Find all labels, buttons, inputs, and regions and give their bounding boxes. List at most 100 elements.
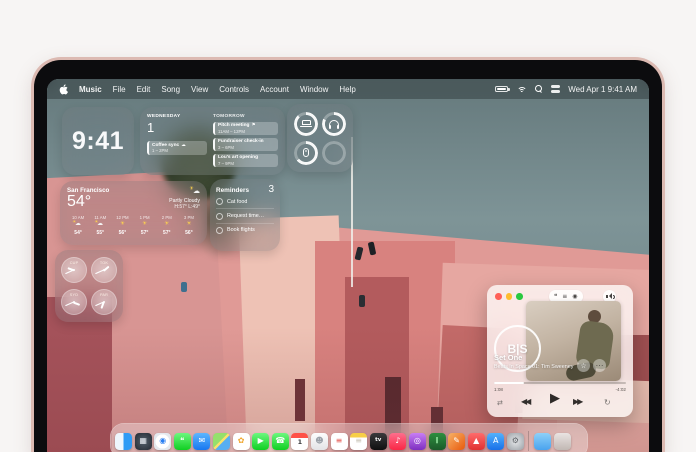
dock-contacts[interactable]: ☻: [310, 432, 328, 450]
menu-item-account[interactable]: Account: [260, 85, 289, 94]
world-clock-widget[interactable]: CUP TOK SYD PAR: [55, 250, 123, 322]
reminder-checkbox[interactable]: [216, 198, 223, 206]
battery-headphones[interactable]: [322, 111, 346, 136]
menu-item-controls[interactable]: Controls: [219, 85, 249, 94]
dock-podcasts[interactable]: ◎: [408, 432, 426, 450]
zoom-button[interactable]: [516, 293, 523, 300]
world-clock-par[interactable]: PAR: [91, 289, 117, 315]
menu-item-song[interactable]: Song: [161, 85, 180, 94]
audio-output-icon[interactable]: ◉: [572, 293, 577, 300]
dock-phone[interactable]: ☎: [271, 432, 289, 450]
battery-empty[interactable]: [322, 140, 346, 165]
podcasts-icon: ◎: [413, 436, 421, 445]
screen: Music File Edit Song View Controls Account Wind…: [47, 79, 649, 452]
search-icon[interactable]: [535, 85, 543, 93]
facetime-icon: ▶: [257, 436, 264, 445]
calendar-event[interactable]: Fundraiser check-in 3 – 6PM: [213, 137, 278, 151]
dock-messages[interactable]: ❝: [173, 432, 191, 450]
contacts-icon: ☻: [315, 436, 324, 445]
event-flag-icon: ⚑: [251, 123, 256, 128]
dock-app-rocket[interactable]: ▲: [467, 432, 485, 450]
reminder-label: Request time…: [227, 213, 265, 220]
previous-button[interactable]: ◀◀: [521, 398, 531, 406]
reminders-title: Reminders: [216, 187, 250, 194]
play-button[interactable]: ▶: [550, 392, 560, 405]
forecast-hour-temp: 57°: [162, 230, 171, 237]
calendar-day-label: WEDNESDAY: [147, 114, 181, 119]
dock-maps[interactable]: [212, 432, 230, 450]
menu-item-file[interactable]: File: [113, 85, 126, 94]
reminder-checkbox[interactable]: [216, 212, 223, 220]
battery-icon[interactable]: [495, 86, 510, 92]
dock-notes[interactable]: ≡: [350, 432, 368, 450]
calendar-event[interactable]: Coffee sync ☁ 1 – 2PM: [147, 141, 207, 155]
shuffle-button[interactable]: ⇄: [497, 400, 503, 407]
dock-trash[interactable]: [553, 432, 571, 450]
menu-item-music[interactable]: Music: [79, 85, 102, 94]
battery-mouse[interactable]: [294, 140, 318, 165]
menu-item-window[interactable]: Window: [300, 85, 328, 94]
menu-bar: Music File Edit Song View Controls Account Wind…: [47, 79, 649, 99]
calendar-event[interactable]: Lou's art opening 7 – 9PM: [213, 153, 278, 167]
menu-item-help[interactable]: Help: [339, 85, 355, 94]
favorite-star-icon[interactable]: ☆: [577, 359, 590, 372]
batteries-widget[interactable]: [287, 104, 353, 172]
dock-downloads-folder[interactable]: [534, 432, 552, 450]
next-button[interactable]: ▶▶: [573, 398, 583, 406]
wifi-icon[interactable]: [516, 85, 527, 93]
dock-safari[interactable]: ◉: [154, 432, 172, 450]
calendar-tomorrow-column: TOMORROW Pitch meeting ⚑ 11AM – 12PM Fundra…: [213, 114, 278, 168]
clock-city-label: CUP: [69, 260, 79, 265]
menu-item-edit[interactable]: Edit: [137, 85, 151, 94]
calendar-event-time: 7 – 9PM: [218, 160, 235, 166]
queue-icon[interactable]: ≡: [562, 293, 567, 300]
calendar-widget[interactable]: WEDNESDAY 1 Coffee sync ☁ 1 – 2PM TOMORROW…: [140, 107, 285, 175]
messages-icon: ❝: [180, 436, 185, 445]
weather-partly-cloudy-icon: ☀ ☁: [94, 220, 104, 228]
minimize-button[interactable]: [505, 293, 512, 300]
app-green-icon: ‖: [435, 437, 439, 444]
menu-item-view[interactable]: View: [191, 85, 208, 94]
weather-partly-cloudy-icon: ☀ ☁: [72, 220, 81, 228]
more-options-icon[interactable]: ⋯: [593, 359, 606, 372]
dock-music[interactable]: ♪: [389, 432, 407, 450]
calendar-event[interactable]: Pitch meeting ⚑ 11AM – 12PM: [213, 121, 278, 135]
notes-icon: ≡: [355, 436, 362, 445]
reminders-count: 3: [268, 184, 274, 195]
control-center-icon[interactable]: [551, 85, 561, 93]
dock-app-orange[interactable]: ✎: [448, 432, 466, 450]
battery-laptop[interactable]: [294, 111, 318, 136]
clock-city-label: SYD: [69, 292, 79, 297]
dock-divider: [528, 431, 530, 451]
dock-app-store[interactable]: A: [487, 432, 505, 450]
dock-photos[interactable]: ✿: [232, 432, 250, 450]
dock-finder[interactable]: [115, 432, 132, 450]
dock-calendar[interactable]: 1: [291, 432, 309, 450]
reminder-checkbox[interactable]: [216, 226, 223, 234]
weather-widget[interactable]: San Francisco 54° ☀ ☁ Partly Cloudy H:57°…: [60, 181, 207, 245]
reminder-item[interactable]: Request time…: [216, 208, 274, 222]
menu-bar-clock[interactable]: Wed Apr 1 9:41 AM: [568, 85, 637, 94]
world-clock-syd[interactable]: SYD: [61, 289, 87, 315]
dock-launchpad[interactable]: ▦: [134, 432, 152, 450]
clock-widget[interactable]: 9:41: [62, 107, 134, 175]
dock-mail[interactable]: ✉: [193, 432, 211, 450]
weather-high-low: H:57° L:49°: [174, 204, 200, 210]
dock-facetime[interactable]: ▶: [252, 432, 270, 450]
dock-tv[interactable]: tv: [369, 432, 387, 450]
reminders-widget[interactable]: Reminders 3 Cat food Request time… Book fl…: [210, 179, 280, 251]
dock-app-green[interactable]: ‖: [428, 432, 446, 450]
repeat-button[interactable]: ↻: [604, 399, 611, 407]
forecast-hour-temp: 55°: [96, 230, 105, 237]
apple-menu-icon[interactable]: [59, 83, 68, 95]
lyrics-icon[interactable]: ❝: [554, 293, 557, 300]
dock-reminders[interactable]: ≡: [330, 432, 348, 450]
world-clock-tok[interactable]: TOK: [91, 257, 117, 283]
reminder-item[interactable]: Book flights: [216, 222, 274, 237]
dock-settings[interactable]: ⚙: [506, 432, 524, 450]
close-button[interactable]: [495, 293, 502, 300]
reminder-item[interactable]: Cat food: [216, 195, 274, 208]
world-clock-cup[interactable]: CUP: [61, 257, 87, 283]
progress-bar[interactable]: [494, 382, 626, 385]
calendar-event-title: Coffee sync ☁: [152, 142, 186, 148]
